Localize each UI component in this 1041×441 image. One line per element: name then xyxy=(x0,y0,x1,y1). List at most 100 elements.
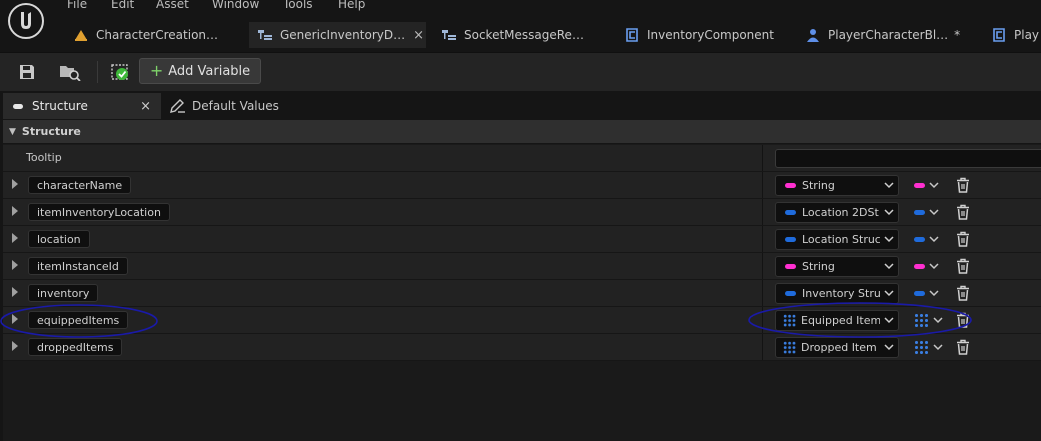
variable-type-label: Equipped Item xyxy=(801,314,880,327)
variable-name-field[interactable]: droppedItems xyxy=(28,338,123,356)
chevron-down-icon xyxy=(880,260,898,273)
column-divider xyxy=(762,172,763,198)
chevron-down-icon xyxy=(933,314,943,327)
tab-player-character[interactable]: PlayerCharacterBl… * xyxy=(806,22,976,48)
tab-structure[interactable]: Structure × xyxy=(3,93,161,119)
chevron-down-icon xyxy=(929,206,939,219)
container-type-dropdown[interactable] xyxy=(914,259,939,273)
container-type-dropdown[interactable] xyxy=(914,205,939,219)
variable-type-dropdown[interactable]: Equipped Item xyxy=(775,310,899,331)
expand-arrow-icon[interactable] xyxy=(12,314,18,324)
structure-icon xyxy=(442,30,456,40)
browse-button[interactable] xyxy=(56,59,84,85)
container-single-icon xyxy=(914,290,925,296)
menu-asset[interactable]: Asset xyxy=(156,0,189,11)
tab-label: CharacterCreation… xyxy=(96,28,219,42)
variable-name-field[interactable]: location xyxy=(28,230,90,248)
component-blueprint-icon xyxy=(993,28,1005,42)
variable-row: characterName String xyxy=(3,172,1041,199)
variable-row: location Location Struc xyxy=(3,226,1041,253)
tab-socket-message[interactable]: SocketMessageRe… xyxy=(442,22,612,48)
variable-type-dropdown[interactable]: Location Struc xyxy=(775,229,899,250)
tab-character-creation[interactable]: CharacterCreation… xyxy=(62,22,254,48)
add-variable-button[interactable]: + Add Variable xyxy=(139,58,261,84)
variable-row: inventory Inventory Stru xyxy=(3,280,1041,307)
column-divider xyxy=(762,307,763,333)
delete-variable-icon[interactable] xyxy=(955,285,971,301)
container-type-dropdown[interactable] xyxy=(914,286,939,300)
variable-type-dropdown[interactable]: String xyxy=(775,256,899,277)
pin-type-icon xyxy=(785,183,796,188)
variable-type-dropdown[interactable]: Inventory Stru xyxy=(775,283,899,304)
variable-type-dropdown[interactable]: Dropped Item xyxy=(775,337,899,358)
tab-label: Default Values xyxy=(192,99,279,113)
column-divider xyxy=(762,334,763,360)
variable-type-dropdown[interactable]: Location 2DSt xyxy=(775,202,899,223)
delete-variable-icon[interactable] xyxy=(955,177,971,193)
column-divider xyxy=(762,199,763,225)
column-divider xyxy=(762,145,763,171)
widget-blueprint-icon xyxy=(75,30,87,41)
menu-help[interactable]: Help xyxy=(338,0,365,11)
delete-variable-icon[interactable] xyxy=(955,204,971,220)
title-bar: File Edit Asset Window Tools Help Charac… xyxy=(0,0,1041,52)
add-variable-label: Add Variable xyxy=(168,63,251,79)
variable-name-field[interactable]: inventory xyxy=(28,284,99,302)
variable-name-field[interactable]: itemInstanceId xyxy=(28,257,128,275)
tab-inventory-component[interactable]: InventoryComponent xyxy=(625,22,795,48)
tab-label: Play xyxy=(1014,28,1040,42)
container-type-dropdown[interactable] xyxy=(914,178,939,192)
expand-arrow-icon[interactable] xyxy=(12,260,18,270)
menu-tools[interactable]: Tools xyxy=(283,0,313,11)
delete-variable-icon[interactable] xyxy=(955,258,971,274)
variable-name-field[interactable]: characterName xyxy=(28,176,132,194)
tab-default-values[interactable]: Default Values xyxy=(170,93,279,119)
unsaved-indicator: * xyxy=(954,28,961,42)
pin-type-icon xyxy=(785,291,796,296)
expand-arrow-icon[interactable] xyxy=(12,341,18,351)
collapse-arrow-icon: ▼ xyxy=(9,126,16,137)
expand-arrow-icon[interactable] xyxy=(12,233,18,243)
delete-variable-icon[interactable] xyxy=(955,339,971,355)
container-type-dropdown[interactable] xyxy=(914,232,939,246)
compile-button[interactable] xyxy=(107,59,133,85)
structure-icon xyxy=(258,30,272,40)
tab-play[interactable]: Play xyxy=(992,22,1041,48)
tooltip-input[interactable] xyxy=(775,149,1041,168)
unreal-logo-icon[interactable] xyxy=(7,2,45,40)
container-single-icon xyxy=(914,182,925,188)
delete-variable-icon[interactable] xyxy=(955,312,971,328)
container-type-dropdown[interactable] xyxy=(914,312,943,328)
menu-window[interactable]: Window xyxy=(212,0,259,11)
close-icon[interactable]: × xyxy=(413,28,424,43)
tab-label: SocketMessageRe… xyxy=(464,28,584,42)
expand-arrow-icon[interactable] xyxy=(12,206,18,216)
tab-label: GenericInventoryD… xyxy=(280,28,406,42)
variable-name-field[interactable]: itemInventoryLocation xyxy=(28,203,170,221)
menu-edit[interactable]: Edit xyxy=(111,0,134,11)
expand-arrow-icon[interactable] xyxy=(12,287,18,297)
container-type-dropdown[interactable] xyxy=(914,339,943,355)
pencil-icon xyxy=(170,99,185,113)
expand-arrow-icon[interactable] xyxy=(12,179,18,189)
variable-type-label: Dropped Item xyxy=(801,341,877,354)
chevron-down-icon xyxy=(929,260,939,273)
tooltip-row: Tooltip xyxy=(3,145,1041,172)
container-map-icon xyxy=(914,339,929,355)
variable-type-label: String xyxy=(802,260,835,273)
variable-name-field[interactable]: equippedItems xyxy=(28,311,129,329)
section-header-structure[interactable]: ▼ Structure xyxy=(3,120,1041,143)
container-single-icon xyxy=(914,263,925,269)
menu-file[interactable]: File xyxy=(67,0,87,11)
variable-row: itemInventoryLocation Location 2DSt xyxy=(3,199,1041,226)
save-button[interactable] xyxy=(14,59,40,85)
variable-type-dropdown[interactable]: String xyxy=(775,175,899,196)
variable-type-label: Location 2DSt xyxy=(802,206,879,219)
chevron-down-icon xyxy=(880,287,898,300)
chevron-down-icon xyxy=(880,233,898,246)
tooltip-label: Tooltip xyxy=(26,151,62,164)
delete-variable-icon[interactable] xyxy=(955,231,971,247)
close-icon[interactable]: × xyxy=(140,99,151,114)
tab-generic-inventory[interactable]: GenericInventoryD… × xyxy=(249,22,426,48)
variable-row: droppedItems Dropped Item xyxy=(3,334,1041,361)
